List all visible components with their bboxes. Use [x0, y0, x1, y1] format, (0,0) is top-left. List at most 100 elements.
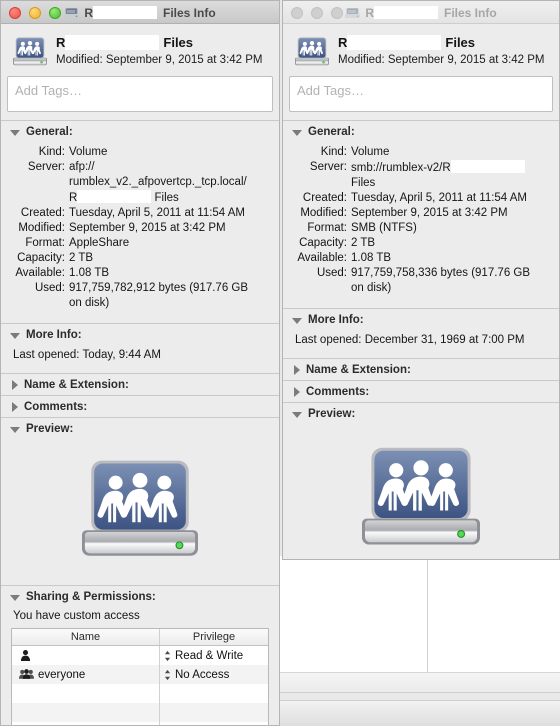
kv-key: Capacity:: [17, 252, 65, 264]
column-header-name[interactable]: Name: [12, 629, 160, 645]
modified-label: Modified:: [338, 54, 385, 66]
chevron-down-icon[interactable]: [292, 411, 302, 418]
kv-key: Kind:: [320, 146, 347, 158]
chevron-down-icon[interactable]: [10, 426, 20, 433]
permission-privilege-cell[interactable]: [160, 722, 268, 725]
kv-value: rumblex_v2._afpovertcp._tcp.local/: [69, 176, 247, 188]
kv-key: Format:: [25, 237, 65, 249]
stepper-icon[interactable]: [164, 669, 171, 681]
kv-value: 917,759,758,336 bytes (917.76 GB: [351, 267, 531, 279]
titlebar-afp[interactable]: R Files Info: [1, 1, 279, 24]
preview-area-smb: [283, 424, 559, 560]
permission-privilege-cell[interactable]: [160, 684, 268, 703]
section-preview-label: Preview:: [26, 423, 74, 435]
chevron-right-icon[interactable]: [294, 387, 300, 397]
kv-key: Server:: [309, 161, 347, 173]
file-modified-line-smb: Modified: September 9, 2015 at 3:42 PM: [338, 54, 545, 66]
chevron-down-icon[interactable]: [292, 317, 302, 324]
background-column-divider: [427, 556, 428, 672]
redaction-block: [77, 190, 152, 203]
section-preview-smb[interactable]: Preview:: [283, 403, 559, 424]
section-name-extension-afp[interactable]: Name & Extension:: [1, 374, 279, 395]
permission-name-cell[interactable]: everyone: [12, 665, 160, 684]
kv-key: Available:: [15, 267, 65, 279]
file-name-suffix: Files: [163, 34, 194, 50]
permission-name-cell[interactable]: [12, 646, 160, 665]
section-preview-label: Preview:: [308, 408, 356, 420]
kv-key: Available:: [297, 252, 347, 264]
single-user-icon: [19, 649, 32, 662]
general-details-afp: Kind: Volume Server: afp:// rumblex_v2._af…: [1, 142, 279, 317]
section-general-label: General:: [26, 126, 73, 138]
permission-privilege-cell[interactable]: No Access: [160, 665, 268, 684]
table-row[interactable]: Read & Write: [12, 646, 268, 665]
tags-input-smb[interactable]: Add Tags…: [289, 76, 553, 112]
section-name-extension-smb[interactable]: Name & Extension:: [283, 359, 559, 380]
permission-privilege-cell[interactable]: [160, 703, 268, 722]
chevron-right-icon[interactable]: [12, 402, 18, 412]
table-row[interactable]: [12, 684, 268, 703]
permission-name-cell[interactable]: [12, 722, 160, 725]
table-row[interactable]: everyone No Access: [12, 665, 268, 684]
permission-privilege-cell[interactable]: Read & Write: [160, 646, 268, 665]
server-url: smb://rumblex-v2/R: [351, 162, 451, 174]
file-name-suffix: Files: [445, 34, 476, 50]
table-row[interactable]: [12, 722, 268, 725]
permissions-table[interactable]: Name Privilege Read & Write everyone No …: [11, 628, 269, 725]
section-preview-afp[interactable]: Preview:: [1, 418, 279, 439]
window-title-smb: R Files Info: [283, 1, 559, 24]
permission-name-cell[interactable]: [12, 703, 160, 722]
file-header-smb: R Files Modified: September 9, 2015 at 3…: [283, 24, 559, 74]
chevron-right-icon[interactable]: [12, 380, 18, 390]
info-window-smb[interactable]: R Files Info R Files Modified: September…: [282, 0, 560, 560]
section-general-smb[interactable]: General:: [283, 121, 559, 142]
share-suffix: Files: [154, 192, 179, 204]
section-comments-label: Comments:: [306, 386, 370, 398]
drive-icon: [345, 7, 360, 19]
section-more-info-label: More Info:: [26, 329, 82, 341]
kv-key: Used:: [316, 267, 347, 279]
chevron-down-icon[interactable]: [10, 332, 20, 339]
chevron-down-icon[interactable]: [10, 129, 20, 136]
kv-value: on disk): [351, 282, 392, 294]
kv-key: Modified:: [18, 222, 65, 234]
file-name-prefix: R: [56, 34, 66, 50]
section-comments-afp[interactable]: Comments:: [1, 396, 279, 417]
column-header-privilege[interactable]: Privilege: [160, 629, 268, 645]
stepper-icon[interactable]: [164, 650, 171, 662]
drive-icon: [64, 7, 79, 19]
file-name-afp: R Files: [56, 34, 263, 50]
chevron-right-icon[interactable]: [294, 365, 300, 375]
info-window-afp[interactable]: R Files Info R Files Modified: September…: [0, 0, 280, 726]
chevron-down-icon[interactable]: [10, 594, 20, 601]
background-scrollbar-track[interactable]: [280, 692, 560, 701]
section-general-afp[interactable]: General:: [1, 121, 279, 142]
chevron-down-icon[interactable]: [292, 129, 302, 136]
permission-name-cell[interactable]: [12, 684, 160, 703]
tags-input-afp[interactable]: Add Tags…: [7, 76, 273, 112]
section-more-info-label: More Info:: [308, 314, 364, 326]
section-more-info-afp[interactable]: More Info:: [1, 324, 279, 345]
window-title-prefix: R: [84, 5, 93, 20]
shared-volume-icon: [82, 449, 198, 565]
kv-value: 2 TB: [69, 252, 94, 264]
titlebar-smb[interactable]: R Files Info: [283, 1, 559, 24]
file-name-prefix: R: [338, 34, 348, 50]
kv-value: SMB (NTFS): [351, 222, 417, 234]
table-row[interactable]: [12, 703, 268, 722]
kv-value: Tuesday, April 5, 2011 at 11:54 AM: [351, 192, 528, 204]
permission-name: everyone: [38, 668, 86, 681]
redaction-block: [65, 34, 160, 50]
section-sharing-afp[interactable]: Sharing & Permissions:: [1, 586, 279, 607]
kv-key: Created:: [20, 207, 65, 219]
kv-key: Server:: [27, 161, 65, 173]
section-more-info-smb[interactable]: More Info:: [283, 309, 559, 330]
kv-value: AppleShare: [69, 237, 130, 249]
window-title-prefix: R: [365, 5, 374, 20]
redaction-block: [93, 6, 157, 19]
kv-value: Tuesday, April 5, 2011 at 11:54 AM: [69, 207, 246, 219]
last-opened-smb: Last opened: December 31, 1969 at 7:00 P…: [295, 334, 525, 346]
kv-key: Created:: [302, 192, 347, 204]
file-name-smb: R Files: [338, 34, 545, 50]
section-comments-smb[interactable]: Comments:: [283, 381, 559, 402]
